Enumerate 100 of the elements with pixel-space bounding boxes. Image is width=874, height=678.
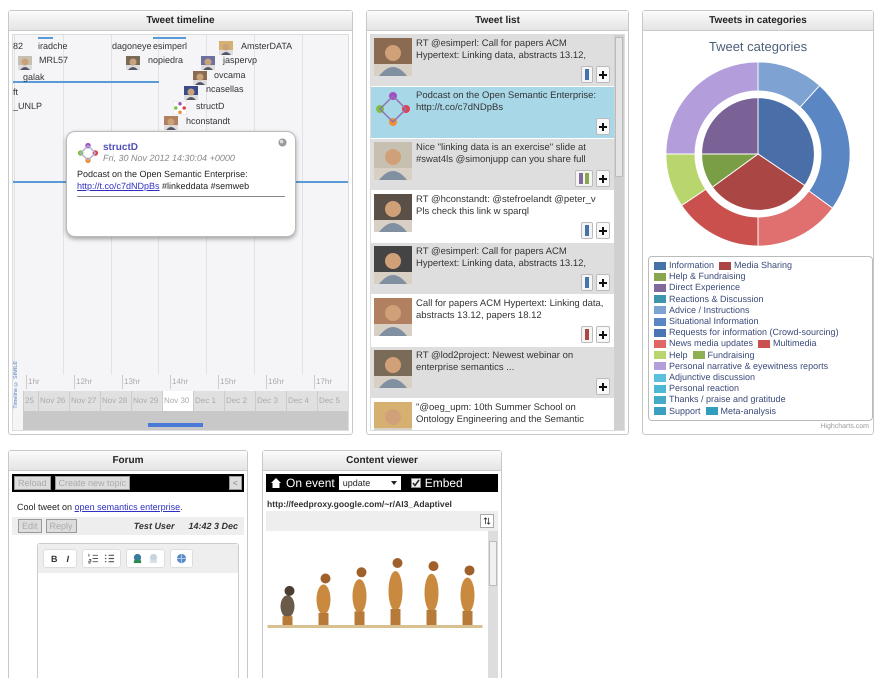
donut-segment[interactable] [665, 154, 706, 206]
swap-button[interactable] [480, 514, 494, 528]
event-label[interactable]: MRL57 [39, 55, 68, 66]
legend-item[interactable]: News media updates [654, 338, 754, 350]
tweet-item[interactable]: Podcast on the Open Semantic Enterprise: http://t.co/c7dNDpBs [371, 87, 614, 138]
add-button[interactable] [596, 378, 610, 395]
add-button[interactable] [596, 326, 610, 343]
pie-slice[interactable] [701, 97, 758, 154]
tweet-text: RT @esimperl: Call for papers ACM Hypertext: Linking data, abstracts 13.12, [416, 38, 588, 62]
add-button[interactable] [596, 274, 610, 291]
scrollbar[interactable] [614, 35, 624, 430]
event-label[interactable]: hconstandt [186, 116, 230, 127]
legend-item[interactable]: Help [654, 350, 688, 361]
embed-checkbox[interactable] [410, 478, 421, 488]
event-label[interactable]: galak [23, 72, 45, 83]
popup-date: Fri, 30 Nov 2012 14:30:04 +0000 [103, 153, 235, 163]
tweet-text: RT @lod2project: Newest webinar on enterprise semantics ... [416, 350, 574, 374]
scrollbar-thumb[interactable] [489, 541, 497, 586]
event-label[interactable]: iradche [38, 41, 68, 52]
category-button[interactable] [581, 274, 593, 291]
pie-slice[interactable] [712, 154, 806, 211]
event-label[interactable]: 82 [13, 41, 24, 52]
event-label[interactable]: esimperl [153, 41, 188, 52]
panel-title: Tweet timeline [146, 15, 215, 26]
legend-item[interactable]: Advice / Instructions [654, 304, 750, 316]
legend-label: Advice / Instructions [669, 304, 750, 316]
pie-slice[interactable] [701, 154, 758, 188]
legend-label: Personal reaction [669, 383, 740, 394]
legend-item[interactable]: Multimedia [758, 338, 817, 350]
donut-segment[interactable] [665, 61, 758, 154]
network-logo-icon [77, 142, 99, 164]
legend-item[interactable]: Personal reaction [654, 383, 740, 394]
category-button[interactable] [581, 66, 593, 83]
plus-icon [599, 174, 607, 182]
legend-label: Help & Fundraising [669, 271, 746, 282]
text-editor[interactable]: B I [37, 543, 239, 678]
event-label[interactable]: dagoneye [112, 41, 152, 52]
close-icon[interactable] [278, 138, 287, 147]
event-label[interactable]: ovcama [214, 70, 246, 81]
post-author: Test User [134, 521, 174, 531]
legend-item[interactable]: Meta-analysis [706, 406, 776, 417]
tweet-text: RT @esimperl: Call for papers ACM Hypertext: Linking data, abstracts 13.12, [416, 246, 588, 270]
event-label[interactable]: AmsterDATA [241, 41, 292, 52]
event-label[interactable]: jaspervp [223, 55, 258, 66]
legend-label: Support [669, 406, 701, 417]
date-tick: Nov 30 [162, 391, 193, 411]
event-label[interactable]: _UNLP [13, 101, 42, 112]
event-label[interactable]: structD [196, 101, 225, 112]
tweet-text: Podcast on the Open Semantic Enterprise: http://t.co/c7dNDpBs [416, 90, 598, 114]
globe-icon[interactable] [176, 553, 188, 564]
forum-post: Cool tweet on open semantics enterprise. [17, 502, 184, 512]
legend-label: Information [669, 260, 714, 272]
add-button[interactable] [596, 222, 610, 239]
category-button[interactable] [581, 326, 593, 343]
content-url: http://feedproxy.google.com/~r/AI3_Adaptivel [267, 499, 453, 509]
tweet-item[interactable]: Nice "linking data is an exercise" slide at #swat4ls @simonjupp can you share full [371, 139, 614, 190]
plus-icon [599, 122, 607, 130]
legend-label: Help [669, 350, 688, 361]
bullet-list-icon[interactable] [104, 553, 116, 564]
italic-button[interactable]: I [64, 554, 72, 564]
legend-item[interactable]: Help & Fundraising [654, 271, 746, 282]
hour-tick: 13hr [122, 375, 140, 389]
legend-item[interactable]: Media Sharing [719, 260, 792, 272]
donut-segment[interactable] [758, 190, 833, 247]
legend-item[interactable]: Support [654, 406, 701, 417]
scrollbar[interactable] [488, 531, 498, 678]
donut-segment[interactable] [681, 188, 758, 247]
tweet-item[interactable]: RT @lod2project: Newest webinar on enterprise semantics ... [371, 347, 614, 398]
numbered-list-icon[interactable] [88, 553, 100, 564]
add-button[interactable] [596, 170, 610, 187]
event-label: On event [286, 476, 335, 490]
bold-button[interactable]: B [49, 554, 60, 564]
tweet-link[interactable]: http://t.co/c7dNDpBs [77, 181, 160, 191]
panel-title: Tweets in categories [709, 15, 807, 26]
tweet-item[interactable]: RT @esimperl: Call for papers ACM Hypertext: Linking data, abstracts 13.12, [371, 243, 614, 294]
legend-label: Meta-analysis [720, 406, 776, 417]
post-link[interactable]: open semantics enterprise [74, 502, 180, 512]
donut-segment[interactable] [800, 85, 851, 209]
plus-icon [599, 330, 607, 338]
event-label[interactable]: ncasellas [206, 84, 244, 95]
event-label[interactable]: nopiedra [148, 55, 184, 66]
hour-tick: 14hr [170, 375, 188, 389]
event-label[interactable]: ft [13, 87, 18, 98]
legend-item[interactable]: Information [654, 260, 714, 272]
popup-user[interactable]: structD [103, 142, 235, 153]
pie-slice[interactable] [758, 97, 815, 186]
event-select[interactable]: update [338, 476, 401, 490]
tweet-text: RT @hconstandt: @stefroelandt @peter_v Pls check this link w sparql [416, 194, 597, 218]
category-button[interactable] [575, 170, 593, 187]
add-button[interactable] [596, 118, 610, 135]
scrollbar-thumb[interactable] [615, 37, 623, 177]
legend-item[interactable]: Direct Experience [654, 282, 740, 294]
legend-item[interactable]: Fundraising [692, 350, 755, 361]
hour-tick: 17hr [314, 375, 332, 389]
link-icon[interactable] [132, 553, 144, 564]
tweet-item[interactable]: RT @esimperl: Call for papers ACM Hypertext: Linking data, abstracts 13.12, [371, 35, 614, 86]
add-button[interactable] [596, 66, 610, 83]
home-icon[interactable] [270, 477, 282, 489]
category-button[interactable] [581, 222, 593, 239]
donut-segment[interactable] [758, 61, 820, 108]
